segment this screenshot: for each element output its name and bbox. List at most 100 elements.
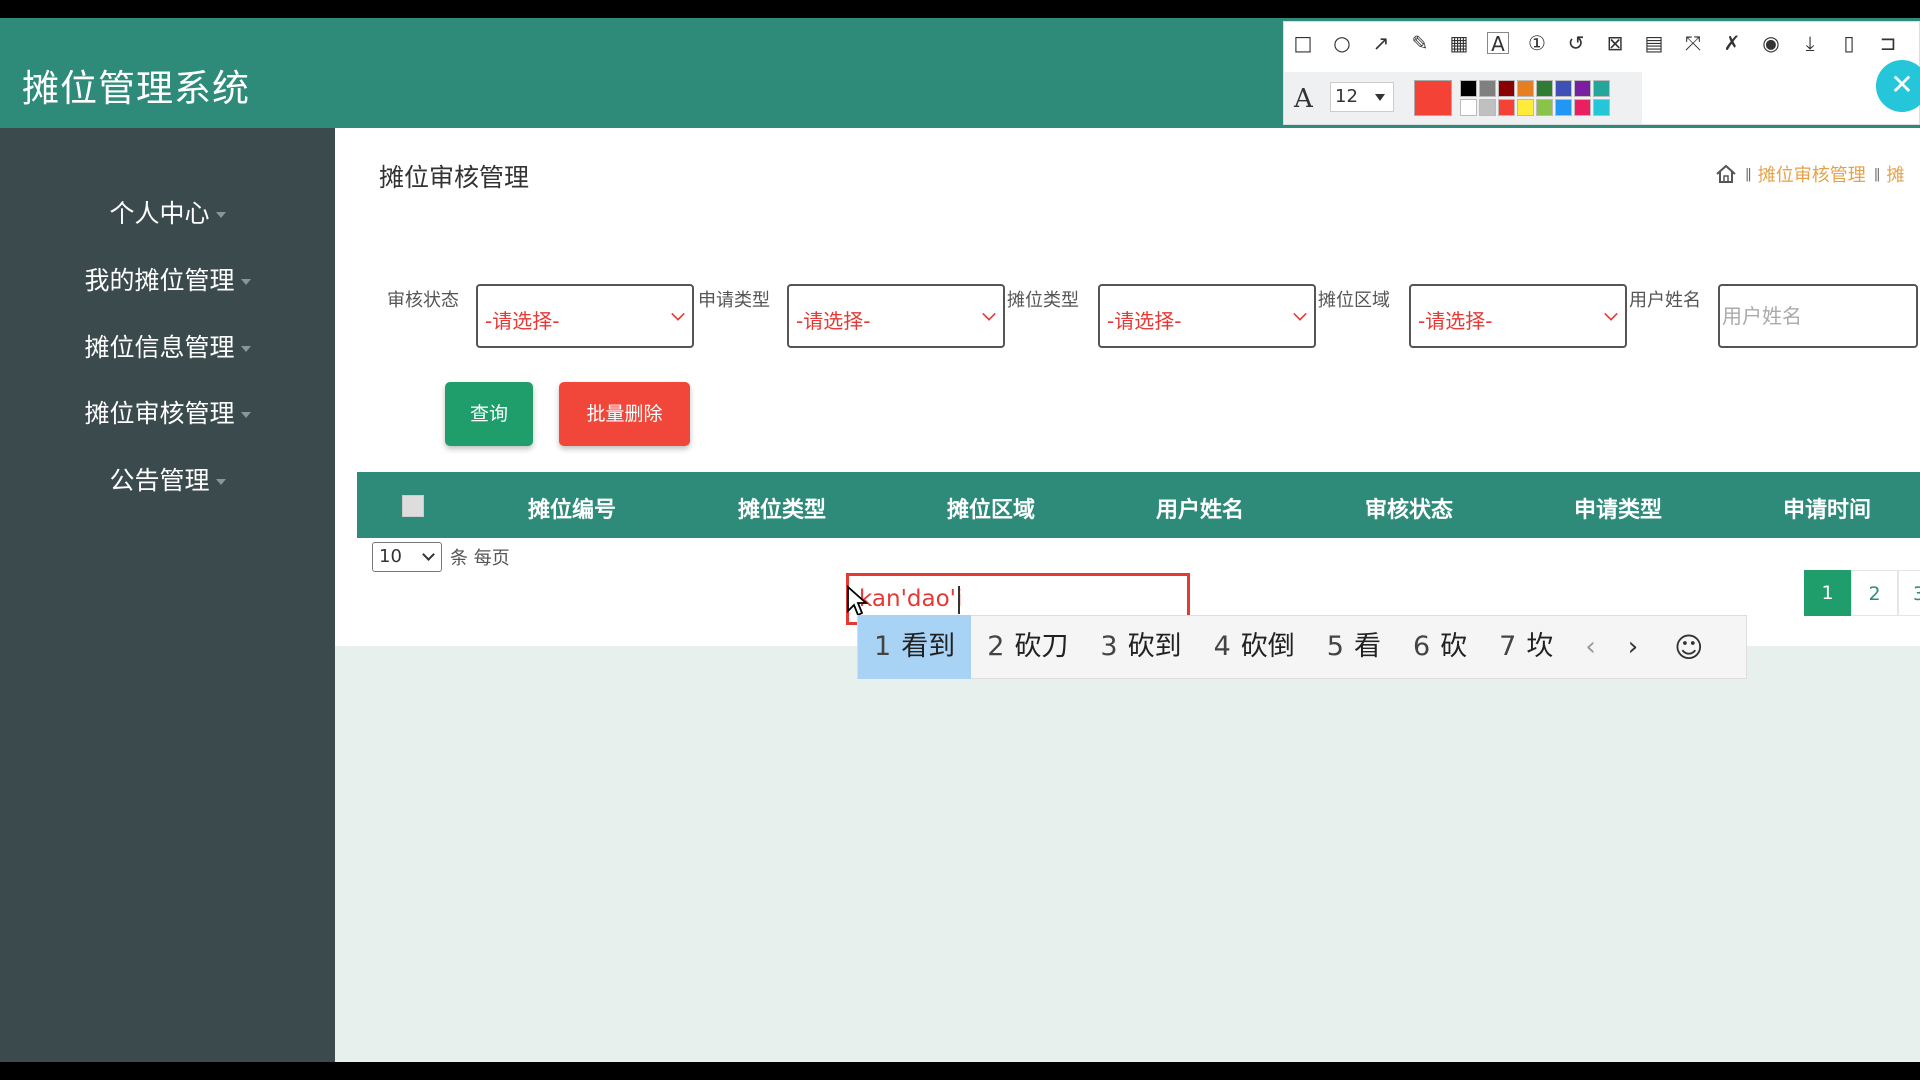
select-all-checkbox[interactable] (402, 495, 424, 517)
apply-type-label: 申请类型 (698, 290, 770, 311)
rectangle-icon[interactable]: □ (1292, 32, 1314, 54)
ime-candidate[interactable]: 3 砍到 (1084, 615, 1197, 679)
sidebar-item-stall-review[interactable]: 摊位审核管理 (0, 394, 335, 430)
circle-icon[interactable]: ○ (1331, 32, 1353, 54)
color-swatch[interactable] (1536, 80, 1553, 97)
column-header-username[interactable]: 用户姓名 (1156, 492, 1244, 524)
breadcrumb-next[interactable]: 摊 (1887, 161, 1905, 187)
query-button[interactable]: 查询 (445, 382, 533, 446)
home-icon[interactable] (1715, 163, 1737, 185)
sidebar-item-personal-center[interactable]: 个人中心 (0, 194, 335, 230)
chevron-left-icon[interactable]: ‹ (1569, 632, 1611, 662)
apply-type-select-value: -请选择- (796, 309, 871, 333)
record-icon[interactable]: ◉ (1760, 32, 1782, 54)
page-button-3[interactable]: 3 (1898, 570, 1920, 616)
current-color-swatch[interactable] (1414, 80, 1452, 116)
font-icon: A (1294, 84, 1313, 114)
pencil-icon[interactable]: ✎ (1409, 32, 1431, 54)
close-icon[interactable]: ✕ (1876, 60, 1920, 112)
color-swatch[interactable] (1479, 80, 1496, 97)
color-swatch[interactable] (1460, 99, 1477, 116)
sidebar-item-announcements[interactable]: 公告管理 (0, 461, 335, 497)
column-header-stall-no[interactable]: 摊位编号 (528, 492, 616, 524)
color-swatch[interactable] (1593, 80, 1610, 97)
stall-area-select[interactable]: -请选择- (1409, 284, 1627, 348)
color-palette (1460, 80, 1629, 116)
apply-type-select[interactable]: -请选择- (787, 284, 1005, 348)
text-icon[interactable]: A (1487, 32, 1509, 55)
mouse-pointer-icon (847, 585, 868, 617)
color-swatch[interactable] (1498, 99, 1515, 116)
status-select-value: -请选择- (485, 309, 560, 333)
font-size-select[interactable]: 12 (1330, 82, 1394, 112)
ime-candidate[interactable]: 5看 (1311, 615, 1397, 679)
breadcrumb: || 摊位审核管理 || 摊 (1715, 161, 1905, 187)
ime-candidate[interactable]: 4 砍倒 (1198, 615, 1311, 679)
undo-icon[interactable]: ↺ (1565, 32, 1587, 54)
column-header-stall-type[interactable]: 摊位类型 (738, 492, 826, 524)
color-swatch[interactable] (1555, 80, 1572, 97)
sidebar-item-my-stalls[interactable]: 我的摊位管理 (0, 261, 335, 297)
translate-icon[interactable]: ▤ (1643, 32, 1665, 54)
color-swatch[interactable] (1517, 80, 1534, 97)
color-swatch[interactable] (1555, 99, 1572, 116)
ime-candidate[interactable]: 1 看到 (858, 615, 972, 679)
download-icon[interactable]: ⤓ (1799, 32, 1821, 54)
batch-delete-button[interactable]: 批量删除 (559, 382, 690, 446)
sidebar-item-label: 摊位审核管理 (84, 399, 235, 428)
erase-icon[interactable]: ⊠ (1604, 32, 1626, 54)
breadcrumb-separator: || (1745, 166, 1752, 182)
bookmark-icon[interactable]: ⊐ (1877, 32, 1899, 54)
color-swatch[interactable] (1517, 99, 1534, 116)
breadcrumb-current[interactable]: 摊位审核管理 (1758, 161, 1866, 187)
app-window: 摊位管理系统 个人中心 我的摊位管理 摊位信息管理 摊位审核管理 公告管理 摊位… (0, 18, 1920, 1062)
fullscreen-icon[interactable]: ⤧ (1682, 32, 1704, 54)
sidebar-item-stall-info[interactable]: 摊位信息管理 (0, 328, 335, 364)
page-button-2[interactable]: 2 (1851, 570, 1898, 616)
color-swatch[interactable] (1574, 80, 1591, 97)
text-options-row: A 12 (1284, 72, 1642, 124)
username-input[interactable]: 用户姓名 (1718, 284, 1918, 348)
save-icon[interactable]: ▯ (1838, 32, 1860, 54)
username-label: 用户姓名 (1629, 290, 1701, 311)
column-header-apply-time[interactable]: 申请时间 (1783, 492, 1871, 524)
tool-icon-row: □ ○ ↗ ✎ ▦ A ① ↺ ⊠ ▤ ⤧ ✗ ◉ ⤓ ▯ ⊐ (1292, 32, 1899, 55)
mosaic-icon[interactable]: ▦ (1448, 32, 1470, 54)
arrow-icon[interactable]: ↗ (1370, 32, 1392, 54)
chevron-down-icon (422, 548, 435, 561)
stall-area-select-value: -请选择- (1418, 309, 1493, 333)
pin-icon[interactable]: ✗ (1721, 32, 1743, 54)
chevron-right-icon[interactable]: › (1612, 632, 1654, 662)
page-button-1[interactable]: 1 (1804, 570, 1851, 616)
stall-type-select[interactable]: -请选择- (1098, 284, 1316, 348)
chevron-down-icon (1604, 307, 1618, 321)
color-swatch[interactable] (1479, 99, 1496, 116)
ime-candidate[interactable]: 7坎 (1483, 615, 1569, 679)
color-swatch[interactable] (1498, 80, 1515, 97)
palette-spacer (1612, 80, 1629, 97)
caret-down-icon (1375, 94, 1385, 101)
stall-type-select-value: -请选择- (1107, 309, 1182, 333)
annotation-toolbar: □ ○ ↗ ✎ ▦ A ① ↺ ⊠ ▤ ⤧ ✗ ◉ ⤓ ▯ ⊐ A 12 (1283, 21, 1920, 125)
column-header-status[interactable]: 审核状态 (1365, 492, 1453, 524)
number-marker-icon[interactable]: ① (1526, 32, 1548, 54)
app-title: 摊位管理系统 (22, 67, 250, 110)
column-header-apply-type[interactable]: 申请类型 (1574, 492, 1662, 524)
font-size-value: 12 (1335, 86, 1358, 107)
color-swatch[interactable] (1593, 99, 1610, 116)
ime-candidate[interactable]: 2 砍刀 (971, 615, 1084, 679)
page-title: 摊位审核管理 (379, 163, 530, 192)
chevron-down-icon (982, 307, 996, 321)
ime-candidate[interactable]: 6砍 (1397, 615, 1483, 679)
column-header-stall-area[interactable]: 摊位区域 (947, 492, 1035, 524)
color-swatch[interactable] (1536, 99, 1553, 116)
per-page-select[interactable]: 10 (372, 542, 442, 572)
main-content: 摊位审核管理 || 摊位审核管理 || 摊 审核状态 -请选择- 申请类型 -请… (335, 128, 1920, 646)
text-caret (958, 586, 960, 614)
stall-type-label: 摊位类型 (1007, 290, 1079, 311)
status-select[interactable]: -请选择- (476, 284, 694, 348)
per-page-label: 条 每页 (450, 548, 510, 569)
emoji-icon[interactable]: ☺ (1654, 631, 1723, 664)
color-swatch[interactable] (1574, 99, 1591, 116)
color-swatch[interactable] (1460, 80, 1477, 97)
